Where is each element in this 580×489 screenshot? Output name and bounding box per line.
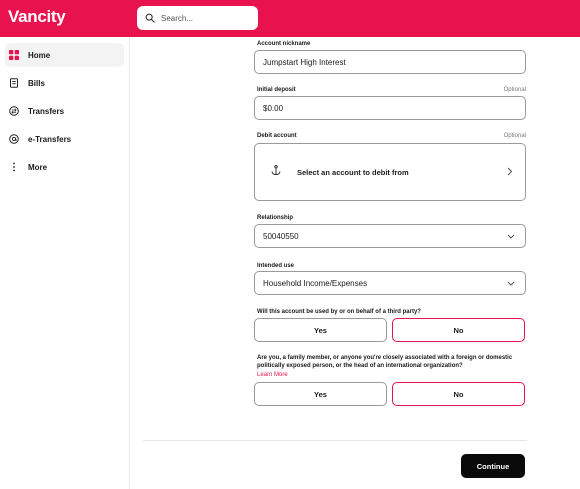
sidebar-item-bills[interactable]: Bills	[5, 71, 124, 95]
relationship-value: 50040550	[263, 231, 299, 241]
divider	[143, 440, 527, 441]
home-grid-icon	[9, 50, 19, 60]
third-party-no-button[interactable]: No	[392, 318, 525, 342]
search-icon	[145, 13, 155, 23]
continue-button[interactable]: Continue	[461, 454, 525, 478]
sidebar-item-more[interactable]: More	[5, 155, 124, 179]
chevron-right-icon	[507, 163, 513, 181]
relationship-select[interactable]: 50040550	[254, 224, 526, 248]
nickname-label: Account nickname	[257, 41, 311, 47]
third-party-yes-button[interactable]: Yes	[254, 318, 387, 342]
pep-no-button[interactable]: No	[392, 382, 525, 406]
transfer-icon	[9, 106, 19, 116]
chevron-down-icon	[507, 232, 515, 241]
search-input[interactable]: Search...	[137, 6, 258, 30]
account-form: Account nickname Jumpstart High Interest…	[131, 37, 580, 489]
top-bar: Vancity Search...	[0, 0, 580, 37]
deposit-input[interactable]: $0.00	[254, 96, 526, 120]
sidebar: Home Bills Transfers e-Transfers More	[0, 37, 130, 489]
pep-yes-button[interactable]: Yes	[254, 382, 387, 406]
sidebar-item-label: Bills	[28, 78, 45, 88]
intended-use-value: Household Income/Expenses	[263, 278, 368, 288]
intended-use-label: Intended use	[257, 263, 295, 269]
chevron-down-icon	[507, 279, 515, 288]
more-icon	[9, 162, 19, 172]
third-party-question: Will this account be used by or on behal…	[257, 309, 421, 315]
search-placeholder: Search...	[161, 13, 194, 23]
nickname-input[interactable]: Jumpstart High Interest	[254, 50, 526, 74]
debit-label: Debit account	[257, 133, 297, 139]
brand-logo[interactable]: Vancity	[8, 7, 66, 27]
deposit-optional-label: Optional	[503, 87, 526, 93]
debit-account-cta: Select an account to debit from	[297, 167, 409, 177]
sidebar-item-label: More	[28, 162, 48, 172]
relationship-label: Relationship	[257, 215, 294, 221]
sidebar-item-label: e-Transfers	[28, 134, 72, 144]
deposit-label: Initial deposit	[257, 87, 296, 93]
sidebar-item-e-transfers[interactable]: e-Transfers	[5, 127, 124, 151]
sidebar-item-transfers[interactable]: Transfers	[5, 99, 124, 123]
sidebar-item-label: Home	[28, 50, 51, 60]
sidebar-item-label: Transfers	[28, 106, 65, 116]
intended-use-select[interactable]: Household Income/Expenses	[254, 271, 526, 295]
debit-account-selector[interactable]: Select an account to debit from	[254, 143, 526, 201]
pep-question: Are you, a family member, or anyone you'…	[257, 355, 513, 369]
e-transfer-icon	[9, 134, 19, 144]
sidebar-item-home[interactable]: Home	[5, 43, 124, 67]
anchor-icon	[271, 163, 281, 181]
debit-optional-label: Optional	[503, 133, 526, 139]
bill-icon	[9, 78, 19, 88]
learn-more-link[interactable]: Learn More	[257, 372, 288, 378]
